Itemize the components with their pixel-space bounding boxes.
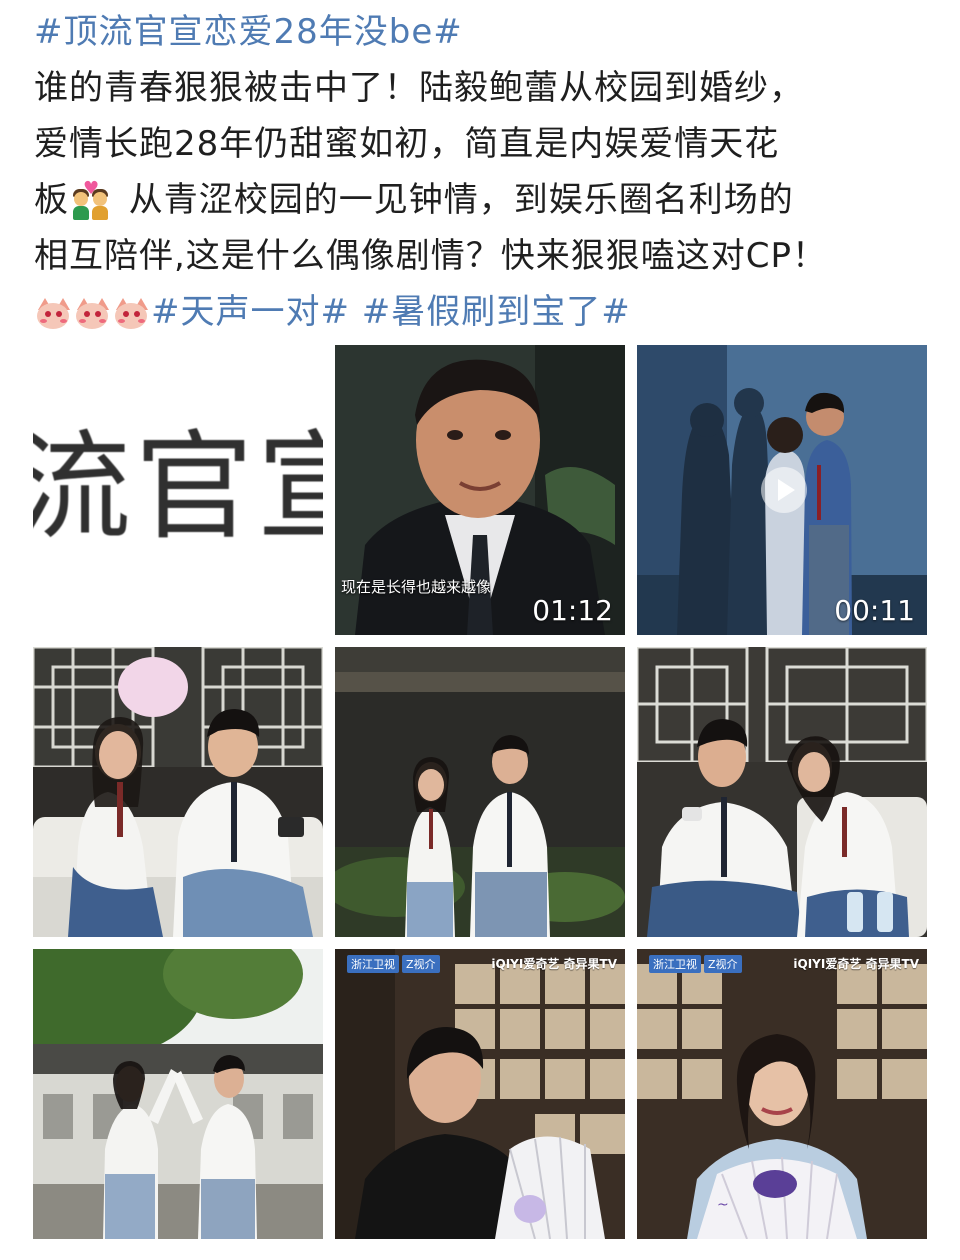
post-line-1: #顶流官宣恋爱28年没be# bbox=[34, 4, 934, 60]
weibo-post: #顶流官宣恋爱28年没be# 谁的青春狠狠被击中了！陆毅鲍蕾从校园到婚纱， 爱情… bbox=[0, 0, 960, 1260]
post-line-3: 爱情长跑28年仍甜蜜如初，简直是内娱爱情天花 bbox=[34, 124, 780, 164]
blushing-cat-emoji bbox=[112, 295, 150, 333]
media-grid: 流官宣 现在是长得也越来越像 01:12 00:11 浙江卫视 Z视介 iQIY… bbox=[33, 345, 929, 1245]
post-line-4-a: 板 bbox=[34, 180, 69, 220]
hashtag-mark: # bbox=[34, 12, 64, 52]
sofa-photo bbox=[33, 647, 323, 937]
blushing-cat-emoji bbox=[34, 295, 72, 333]
couple-with-heart-emoji: ♥ bbox=[71, 179, 111, 222]
highfive-photo bbox=[33, 949, 323, 1239]
hashtag-tiansheng[interactable]: #天声一对# bbox=[151, 292, 350, 332]
tv-logos: 浙江卫视 Z视介 bbox=[649, 955, 745, 973]
tv-logos: 浙江卫视 Z视介 bbox=[347, 955, 443, 973]
photo-tile-leaning[interactable] bbox=[637, 647, 927, 937]
post-line-6: #天声一对# #暑假刷到宝了# bbox=[34, 284, 934, 340]
leaning-photo bbox=[637, 647, 927, 937]
zhejiang-tv-logo: 浙江卫视 bbox=[347, 955, 399, 973]
video-subtitle: 现在是长得也越来越像 bbox=[341, 578, 492, 596]
video-duration: 00:11 bbox=[834, 594, 915, 627]
walking-photo bbox=[335, 647, 625, 937]
photo-tile-woman-fan[interactable]: ~ 浙江卫视 Z视介 iQIYI爱奇艺 奇异果TV bbox=[637, 949, 927, 1239]
post-line-4: 板 ♥ 从青涩校园的一见钟情，到娱乐圈名利场的 bbox=[34, 172, 934, 228]
hashtag-topic[interactable]: #顶流官宣恋爱28年没be# bbox=[34, 12, 463, 52]
video-duration: 01:12 bbox=[532, 594, 613, 627]
photo-tile-walking[interactable] bbox=[335, 647, 625, 937]
photo-tile-highfive[interactable] bbox=[33, 949, 323, 1239]
post-text: #顶流官宣恋爱28年没be# 谁的青春狠狠被击中了！陆毅鲍蕾从校园到婚纱， 爱情… bbox=[34, 4, 934, 340]
photo-tile-sofa[interactable] bbox=[33, 647, 323, 937]
media-tile-1[interactable]: 流官宣 bbox=[33, 345, 323, 635]
z-shijie-logo: Z视介 bbox=[402, 955, 440, 973]
man-fan-photo bbox=[335, 949, 625, 1239]
video-tile-interview[interactable]: 现在是长得也越来越像 01:12 bbox=[335, 345, 625, 635]
video-tile-silhouette[interactable]: 00:11 bbox=[637, 345, 927, 635]
post-line-4-b: 从青涩校园的一见钟情，到娱乐圈名利场的 bbox=[117, 180, 794, 220]
hashtag-label: 顶流官宣恋爱28年没be bbox=[63, 12, 434, 52]
iqiyi-logo: iQIYI爱奇艺 奇异果TV bbox=[491, 957, 617, 971]
fan-decoration: ~ bbox=[717, 1197, 729, 1213]
blushing-cat-emoji bbox=[73, 295, 111, 333]
hashtag-summer[interactable]: #暑假刷到宝了# bbox=[362, 292, 631, 332]
post-line-2: 谁的青春狠狠被击中了！陆毅鲍蕾从校园到婚纱， bbox=[34, 68, 804, 108]
hashtag-mark: # bbox=[433, 12, 463, 52]
tile-text: 流官宣 bbox=[33, 418, 323, 556]
play-button[interactable] bbox=[761, 467, 807, 513]
post-line-5: 相互陪伴,这是什么偶像剧情？快来狠狠嗑这对CP！ bbox=[34, 236, 828, 276]
woman-fan-photo bbox=[637, 949, 927, 1239]
iqiyi-logo: iQIYI爱奇艺 奇异果TV bbox=[793, 957, 919, 971]
zhejiang-tv-logo: 浙江卫视 bbox=[649, 955, 701, 973]
z-shijie-logo: Z视介 bbox=[704, 955, 742, 973]
photo-tile-man-fan[interactable]: 浙江卫视 Z视介 iQIYI爱奇艺 奇异果TV bbox=[335, 949, 625, 1239]
